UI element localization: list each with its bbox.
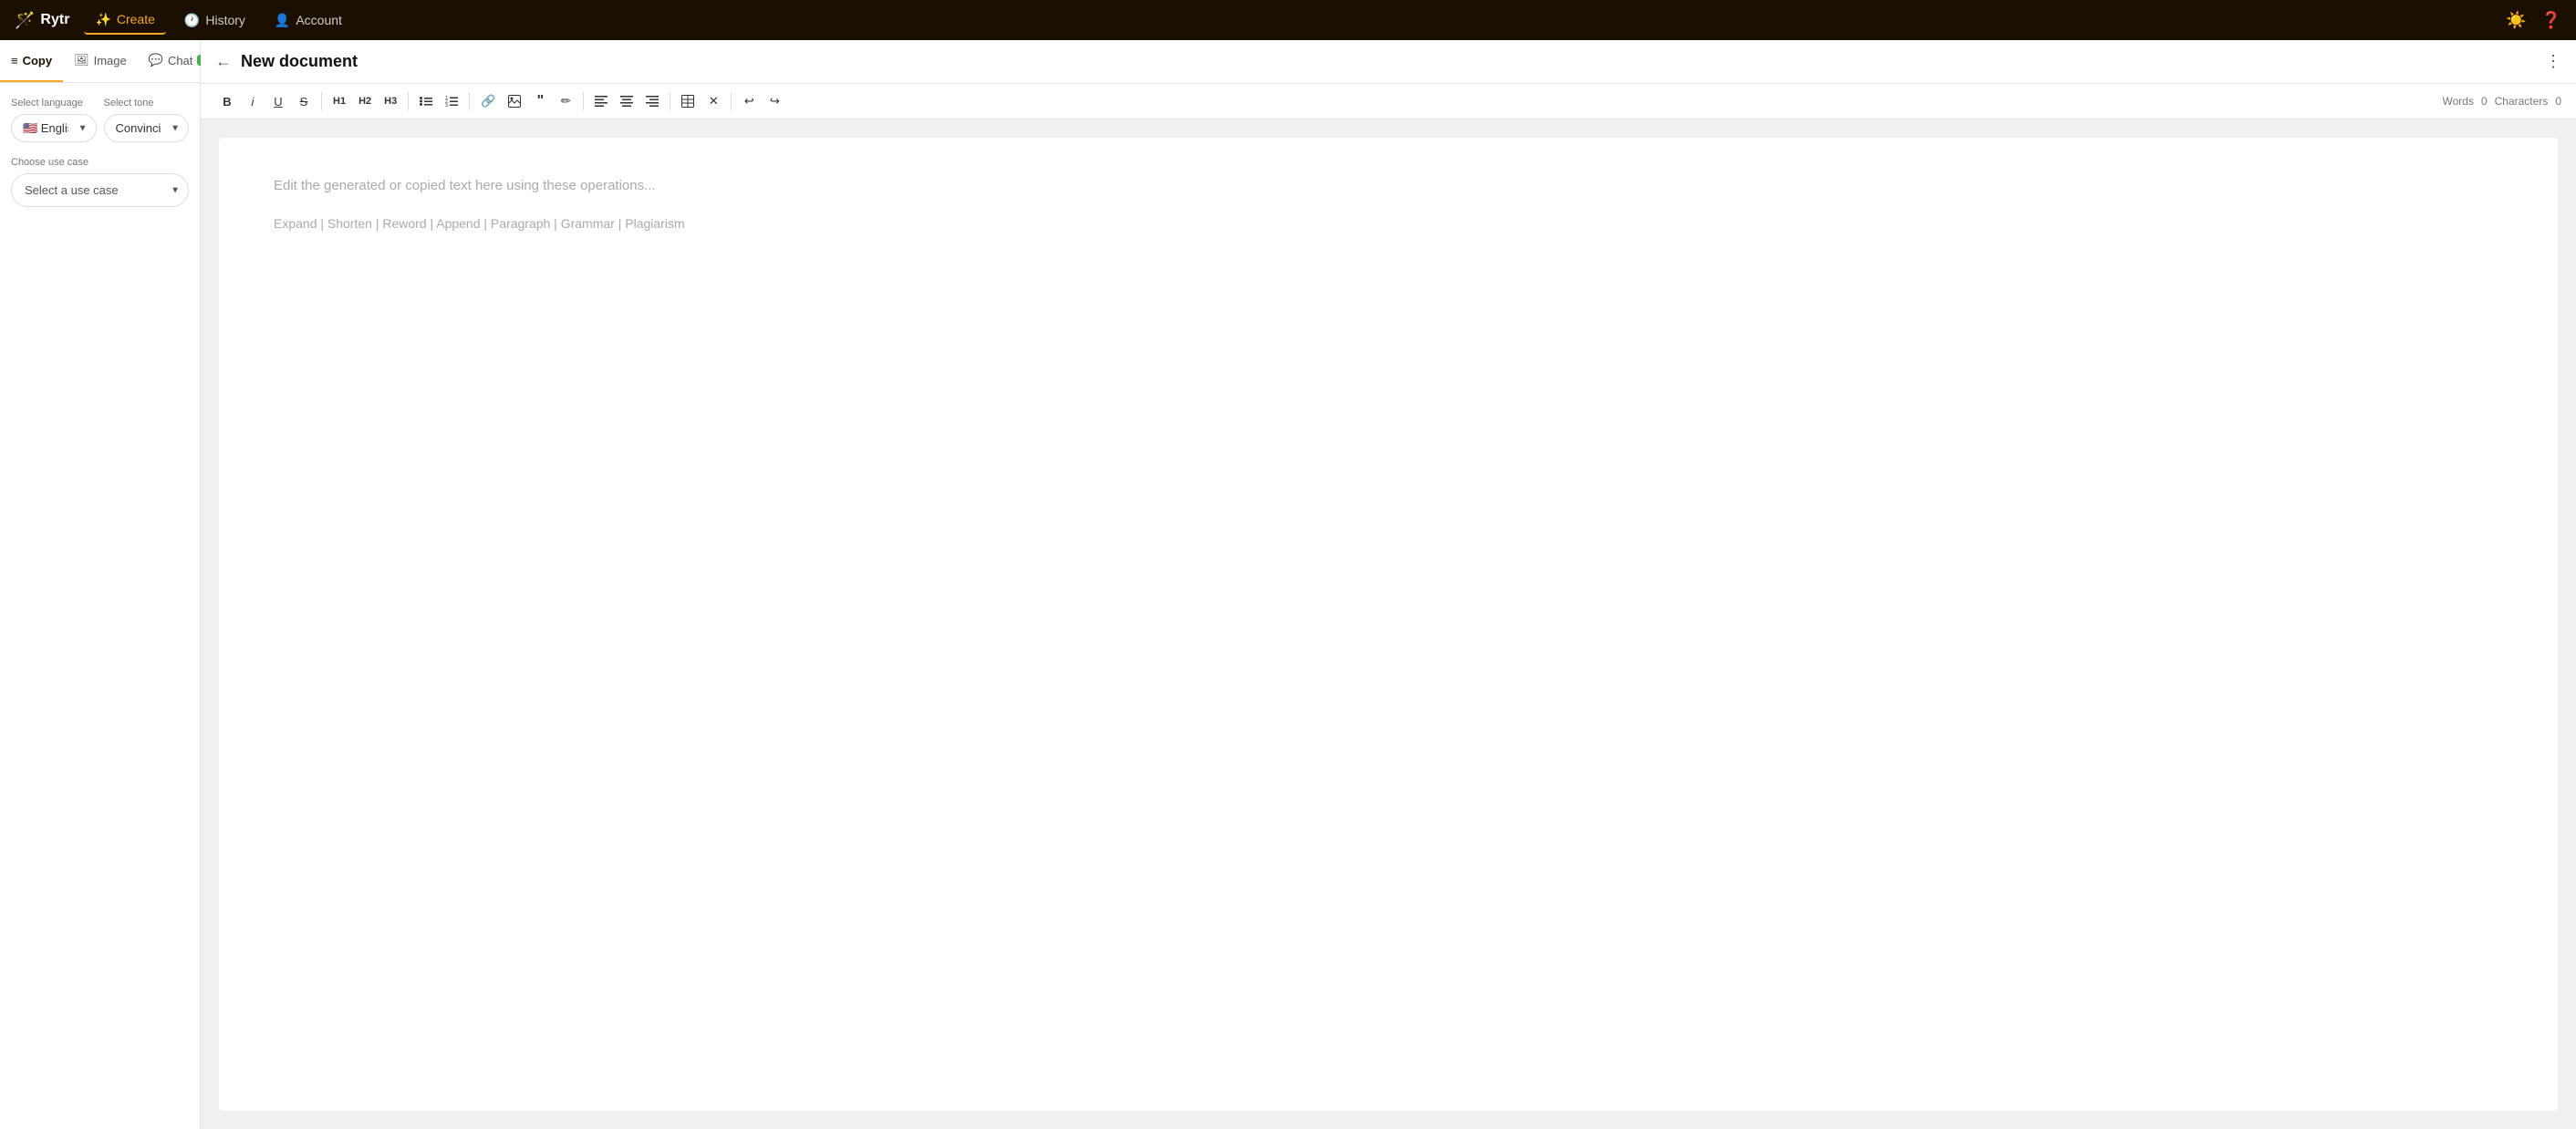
ul-icon [420, 95, 432, 108]
toolbar-sep-2 [408, 92, 409, 110]
align-center-icon [620, 95, 633, 108]
sidebar-tabs: ≡ Copy 🖼 Image 💬 Chat new [0, 40, 200, 83]
use-case-select-wrapper: Select a use case ▼ [11, 173, 189, 207]
chat-tab-icon: 💬 [149, 53, 163, 67]
quote-button[interactable]: " [528, 89, 552, 113]
align-center-button[interactable] [615, 89, 639, 113]
nav-history-label: History [205, 13, 245, 27]
unordered-list-button[interactable] [414, 89, 438, 113]
navbar: 🪄 Rytr ✨ Create 🕐 History 👤 Account ☀️ ❓ [0, 0, 2576, 40]
words-label: Words [2442, 95, 2473, 108]
language-label: Select language [11, 98, 97, 109]
use-case-select[interactable]: Select a use case [11, 173, 189, 207]
brand-name: Rytr [40, 12, 69, 28]
bold-button[interactable]: B [215, 89, 239, 113]
tab-image-label: Image [94, 54, 127, 67]
image-button[interactable] [503, 89, 526, 113]
language-tone-row: Select language 🇺🇸 English ▼ Select tone… [11, 98, 189, 142]
align-right-button[interactable] [640, 89, 664, 113]
tab-image[interactable]: 🖼 Image [63, 40, 138, 82]
chars-label: Characters [2495, 95, 2549, 108]
ol-icon: 1. 2. 3. [445, 95, 458, 108]
nav-right-actions: ☀️ ❓ [2506, 11, 2561, 30]
editor-toolbar: B i U S H1 H2 H3 1. [201, 84, 2576, 119]
h3-button[interactable]: H3 [379, 89, 402, 113]
create-icon: ✨ [95, 12, 110, 27]
words-count: 0 [2481, 95, 2488, 108]
doc-title-area: ← New document [215, 52, 358, 71]
editor-placeholder: Edit the generated or copied text here u… [274, 174, 2503, 198]
app-layout: ≡ Copy 🖼 Image 💬 Chat new Select languag… [0, 40, 2576, 1129]
tone-select[interactable]: Convincing [104, 114, 190, 142]
strikethrough-button[interactable]: S [292, 89, 316, 113]
header-right: ⋮ [2545, 52, 2561, 71]
editor-body[interactable]: Edit the generated or copied text here u… [219, 138, 2558, 1111]
toolbar-sep-4 [583, 92, 584, 110]
use-case-group: Choose use case Select a use case ▼ [11, 157, 189, 207]
ordered-list-button[interactable]: 1. 2. 3. [440, 89, 463, 113]
history-icon: 🕐 [184, 13, 200, 28]
undo-button[interactable]: ↩ [737, 89, 761, 113]
toolbar-sep-1 [321, 92, 322, 110]
language-select[interactable]: 🇺🇸 English [11, 114, 97, 142]
h2-button[interactable]: H2 [353, 89, 377, 113]
account-icon: 👤 [275, 13, 290, 28]
editor-header: ← New document ⋮ [201, 40, 2576, 84]
tab-copy[interactable]: ≡ Copy [0, 40, 63, 82]
sidebar-form: Select language 🇺🇸 English ▼ Select tone… [0, 83, 200, 1129]
chars-count: 0 [2555, 95, 2561, 108]
back-button[interactable]: ← [215, 52, 232, 71]
brand-icon: 🪄 [15, 11, 35, 30]
tab-copy-label: Copy [23, 54, 53, 67]
more-options-button[interactable]: ⋮ [2545, 52, 2561, 71]
tone-select-wrapper: Convincing ▼ [104, 114, 190, 142]
underline-button[interactable]: U [266, 89, 290, 113]
tone-label: Select tone [104, 98, 190, 109]
nav-create[interactable]: ✨ Create [84, 6, 165, 35]
theme-icon[interactable]: ☀️ [2506, 11, 2526, 30]
editor-operations: Expand | Shorten | Reword | Append | Par… [274, 216, 2503, 231]
table-icon [681, 95, 694, 108]
highlight-button[interactable]: ✏ [554, 89, 577, 113]
copy-tab-icon: ≡ [11, 54, 18, 67]
sidebar: ≡ Copy 🖼 Image 💬 Chat new Select languag… [0, 40, 201, 1129]
document-title: New document [241, 52, 358, 71]
h1-button[interactable]: H1 [327, 89, 351, 113]
toolbar-sep-6 [731, 92, 732, 110]
table-button[interactable] [676, 89, 700, 113]
image-toolbar-icon [508, 95, 521, 108]
word-char-count: Words 0 Characters 0 [2442, 95, 2561, 108]
italic-button[interactable]: i [241, 89, 265, 113]
link-button[interactable]: 🔗 [475, 89, 501, 113]
language-select-wrapper: 🇺🇸 English ▼ [11, 114, 97, 142]
nav-account[interactable]: 👤 Account [264, 7, 353, 34]
tab-chat-label: Chat [168, 54, 192, 67]
clear-format-button[interactable]: ✕ [701, 89, 725, 113]
align-left-icon [595, 95, 608, 108]
image-tab-icon: 🖼 [74, 53, 89, 67]
svg-text:3.: 3. [445, 103, 449, 108]
align-right-icon [646, 95, 659, 108]
toolbar-sep-3 [469, 92, 470, 110]
nav-history[interactable]: 🕐 History [173, 7, 256, 34]
brand-logo[interactable]: 🪄 Rytr [15, 11, 69, 30]
redo-button[interactable]: ↪ [763, 89, 786, 113]
nav-account-label: Account [296, 13, 342, 27]
nav-create-label: Create [117, 12, 155, 26]
align-left-button[interactable] [589, 89, 613, 113]
main-editor: ← New document ⋮ B i U S H1 H2 H3 [201, 40, 2576, 1129]
help-icon[interactable]: ❓ [2541, 11, 2561, 30]
use-case-label: Choose use case [11, 157, 189, 168]
